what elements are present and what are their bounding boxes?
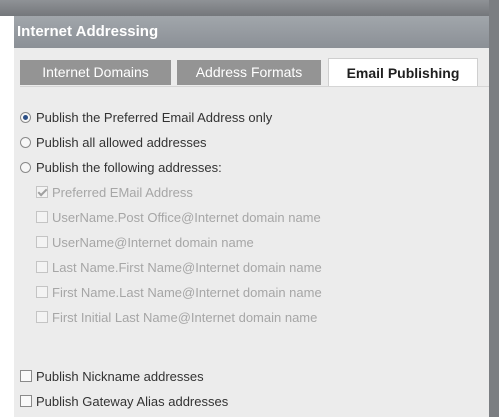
tab-address-formats[interactable]: Address Formats xyxy=(177,60,321,85)
checkbox-username-postoffice: UserName.Post Office@Internet domain nam… xyxy=(36,209,321,225)
internet-addressing-panel: Internet Addressing Internet Domains Add… xyxy=(14,16,489,417)
checkbox-icon xyxy=(36,286,48,298)
checkbox-icon xyxy=(36,236,48,248)
checkbox-label: Preferred EMail Address xyxy=(52,184,193,200)
checkbox-icon[interactable] xyxy=(20,395,32,407)
checkbox-label: UserName@Internet domain name xyxy=(52,234,254,250)
checkbox-label: Publish Gateway Alias addresses xyxy=(36,393,229,409)
radio-all-allowed[interactable]: Publish all allowed addresses xyxy=(20,134,207,150)
radio-following-addresses[interactable]: Publish the following addresses: xyxy=(20,159,222,175)
window-frame-right xyxy=(489,0,499,417)
window-frame-top xyxy=(0,0,499,16)
checkbox-label: UserName.Post Office@Internet domain nam… xyxy=(52,209,321,225)
checkbox-label: Publish Nickname addresses xyxy=(36,368,204,384)
radio-label: Publish the following addresses: xyxy=(36,159,222,175)
checkbox-icon xyxy=(36,211,48,223)
checkbox-checked-icon xyxy=(36,186,48,198)
radio-button-icon[interactable] xyxy=(20,136,31,148)
checkbox-preferred-email: Preferred EMail Address xyxy=(36,184,193,200)
radio-label: Publish all allowed addresses xyxy=(36,134,207,150)
checkbox-username: UserName@Internet domain name xyxy=(36,234,254,250)
checkbox-icon xyxy=(36,261,48,273)
checkbox-icon[interactable] xyxy=(20,370,32,382)
radio-preferred-only[interactable]: Publish the Preferred Email Address only xyxy=(20,109,272,125)
checkbox-label: First Name.Last Name@Internet domain nam… xyxy=(52,284,322,300)
checkbox-icon xyxy=(36,311,48,323)
checkbox-publish-gateway-alias[interactable]: Publish Gateway Alias addresses xyxy=(20,393,228,409)
tab-internet-domains[interactable]: Internet Domains xyxy=(20,60,171,85)
checkbox-firstname-lastname: First Name.Last Name@Internet domain nam… xyxy=(36,284,322,300)
checkbox-label: Last Name.First Name@Internet domain nam… xyxy=(52,259,322,275)
radio-button-selected-icon[interactable] xyxy=(20,111,31,123)
radio-button-icon[interactable] xyxy=(20,161,31,173)
checkbox-firstinitial-lastname: First Initial Last Name@Internet domain … xyxy=(36,309,317,325)
checkbox-lastname-firstname: Last Name.First Name@Internet domain nam… xyxy=(36,259,322,275)
checkbox-publish-nickname[interactable]: Publish Nickname addresses xyxy=(20,368,204,384)
tab-content-divider xyxy=(20,86,489,87)
tab-email-publishing[interactable]: Email Publishing xyxy=(328,58,478,87)
radio-label: Publish the Preferred Email Address only xyxy=(36,109,273,125)
panel-title: Internet Addressing xyxy=(14,16,489,48)
checkbox-label: First Initial Last Name@Internet domain … xyxy=(52,309,318,325)
